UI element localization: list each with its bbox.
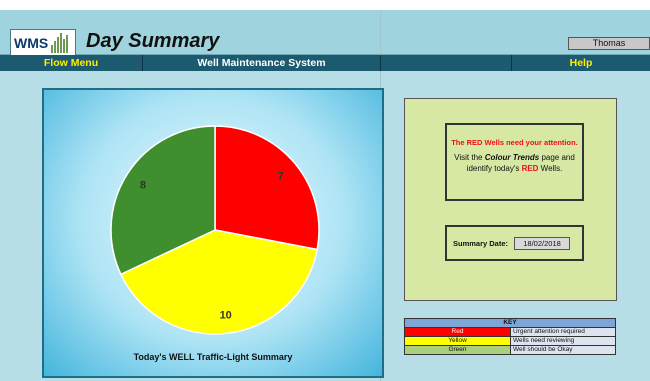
info-panel: The RED Wells need your attention. Visit… [404, 98, 617, 301]
nav-bar: Flow Menu Well Maintenance System Help [0, 55, 650, 71]
attention-message-box: The RED Wells need your attention. Visit… [445, 123, 584, 201]
attention-headline: The RED Wells need your attention. [451, 138, 578, 147]
logo-bars-icon [51, 33, 69, 53]
wms-logo: WMS [10, 29, 76, 57]
key-row: Red Urgent attention required [404, 327, 616, 337]
pie-label-yellow: 10 [220, 310, 232, 322]
instruction-pre: Visit the [454, 153, 485, 162]
pie-label-green: 8 [140, 179, 146, 191]
top-strip [0, 0, 650, 10]
key-desc-red: Urgent attention required [510, 327, 616, 337]
key-table: KEY Red Urgent attention required Yellow… [404, 318, 616, 355]
pie-slice-red [214, 125, 320, 251]
key-desc-green: Well should be Okay [510, 345, 616, 355]
key-color-red: Red [404, 327, 511, 337]
attention-instruction: Visit the Colour Trends page and [451, 153, 578, 162]
help-button[interactable]: Help [512, 55, 650, 71]
instruction-post: page and [539, 153, 575, 162]
colour-trends-link: Colour Trends [484, 153, 540, 162]
summary-date-label: Summary Date: [453, 238, 509, 248]
header-bar: WMS Day Summary Thomas [0, 10, 650, 57]
key-header: KEY [404, 318, 616, 328]
attention-instruction-2: identify today's RED Wells. [451, 164, 578, 173]
key-row: Yellow Wells need reviewing [404, 336, 616, 346]
logo-text: WMS [14, 35, 49, 51]
key-desc-yellow: Wells need reviewing [510, 336, 616, 346]
user-name: Thomas [568, 37, 650, 50]
key-color-yellow: Yellow [404, 336, 511, 346]
instruction2-post: Wells. [538, 164, 563, 173]
instruction2-pre: identify today's [466, 164, 522, 173]
flow-menu-button[interactable]: Flow Menu [0, 55, 143, 71]
red-word: RED [521, 164, 539, 173]
pie-chart: 7 10 8 [110, 125, 320, 335]
page-title: Day Summary [86, 30, 220, 52]
pie-label-red: 7 [278, 171, 284, 183]
nav-spacer [381, 55, 512, 71]
key-row: Green Well should be Okay [404, 345, 616, 355]
key-color-green: Green [404, 345, 511, 355]
system-name-label: Well Maintenance System [143, 55, 381, 71]
pie-chart-panel: 7 10 8 Today's WELL Traffic-Light Summary [42, 88, 384, 378]
summary-date-field[interactable]: 18/02/2018 [514, 236, 571, 250]
summary-date-box: Summary Date: 18/02/2018 [445, 225, 584, 261]
chart-title: Today's WELL Traffic-Light Summary [133, 352, 293, 362]
